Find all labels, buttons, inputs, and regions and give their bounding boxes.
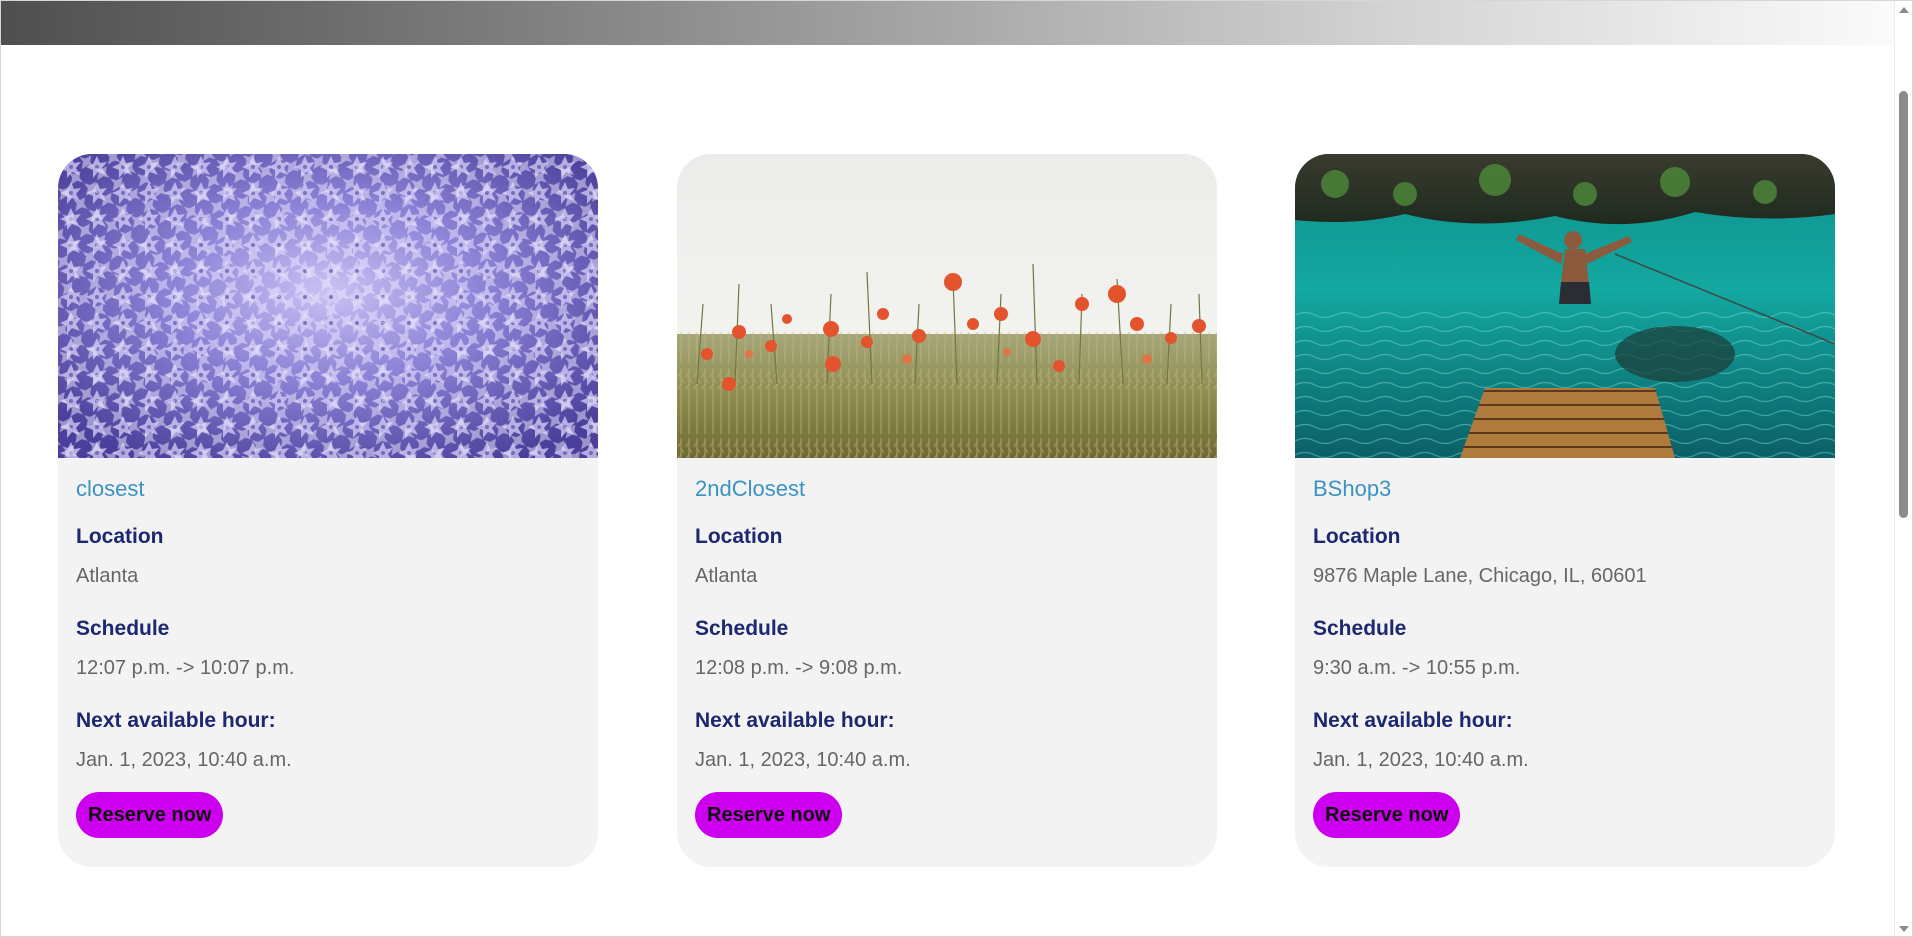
next-available-value: Jan. 1, 2023, 10:40 a.m.	[1313, 749, 1529, 771]
shop-card: closest Location Atlanta Schedule 12:07 …	[58, 154, 598, 867]
schedule-label: Schedule	[76, 617, 170, 640]
next-available-value: Jan. 1, 2023, 10:40 a.m.	[695, 749, 911, 771]
location-value: 9876 Maple Lane, Chicago, IL, 60601	[1313, 565, 1647, 587]
schedule-value: 12:08 p.m. -> 9:08 p.m.	[695, 657, 903, 679]
schedule-value: 12:07 p.m. -> 10:07 p.m.	[76, 657, 295, 679]
page: closest Location Atlanta Schedule 12:07 …	[0, 0, 1913, 937]
location-label: Location	[76, 525, 164, 548]
shop-card-list: closest Location Atlanta Schedule 12:07 …	[58, 154, 1838, 867]
location-label: Location	[1313, 525, 1401, 548]
next-available-value: Jan. 1, 2023, 10:40 a.m.	[76, 749, 292, 771]
schedule-label: Schedule	[1313, 617, 1407, 640]
shop-card: 2ndClosest Location Atlanta Schedule 12:…	[677, 154, 1217, 867]
vertical-scrollbar[interactable]	[1894, 1, 1912, 936]
shop-name[interactable]: BShop3	[1313, 476, 1817, 502]
next-available-label: Next available hour:	[1313, 709, 1513, 732]
shop-name[interactable]: closest	[76, 476, 580, 502]
location-value: Atlanta	[695, 565, 758, 587]
scroll-up-arrow-icon[interactable]	[1899, 7, 1909, 13]
reserve-now-button[interactable]: Reserve now	[695, 792, 843, 838]
shop-card: BShop3 Location 9876 Maple Lane, Chicago…	[1295, 154, 1835, 867]
next-available-label: Next available hour:	[76, 709, 276, 732]
reserve-now-button[interactable]: Reserve now	[76, 792, 224, 838]
schedule-value: 9:30 a.m. -> 10:55 p.m.	[1313, 657, 1521, 679]
location-label: Location	[695, 525, 783, 548]
shop-image-forest	[58, 154, 598, 458]
next-available-label: Next available hour:	[695, 709, 895, 732]
shop-name[interactable]: 2ndClosest	[695, 476, 1199, 502]
scroll-down-arrow-icon[interactable]	[1899, 926, 1909, 932]
location-value: Atlanta	[76, 565, 139, 587]
schedule-label: Schedule	[695, 617, 789, 640]
shop-image-poppies	[677, 154, 1217, 458]
reserve-now-button[interactable]: Reserve now	[1313, 792, 1461, 838]
scrollbar-thumb[interactable]	[1899, 91, 1908, 518]
shop-image-lagoon	[1295, 154, 1835, 458]
top-header-bar	[1, 1, 1896, 45]
